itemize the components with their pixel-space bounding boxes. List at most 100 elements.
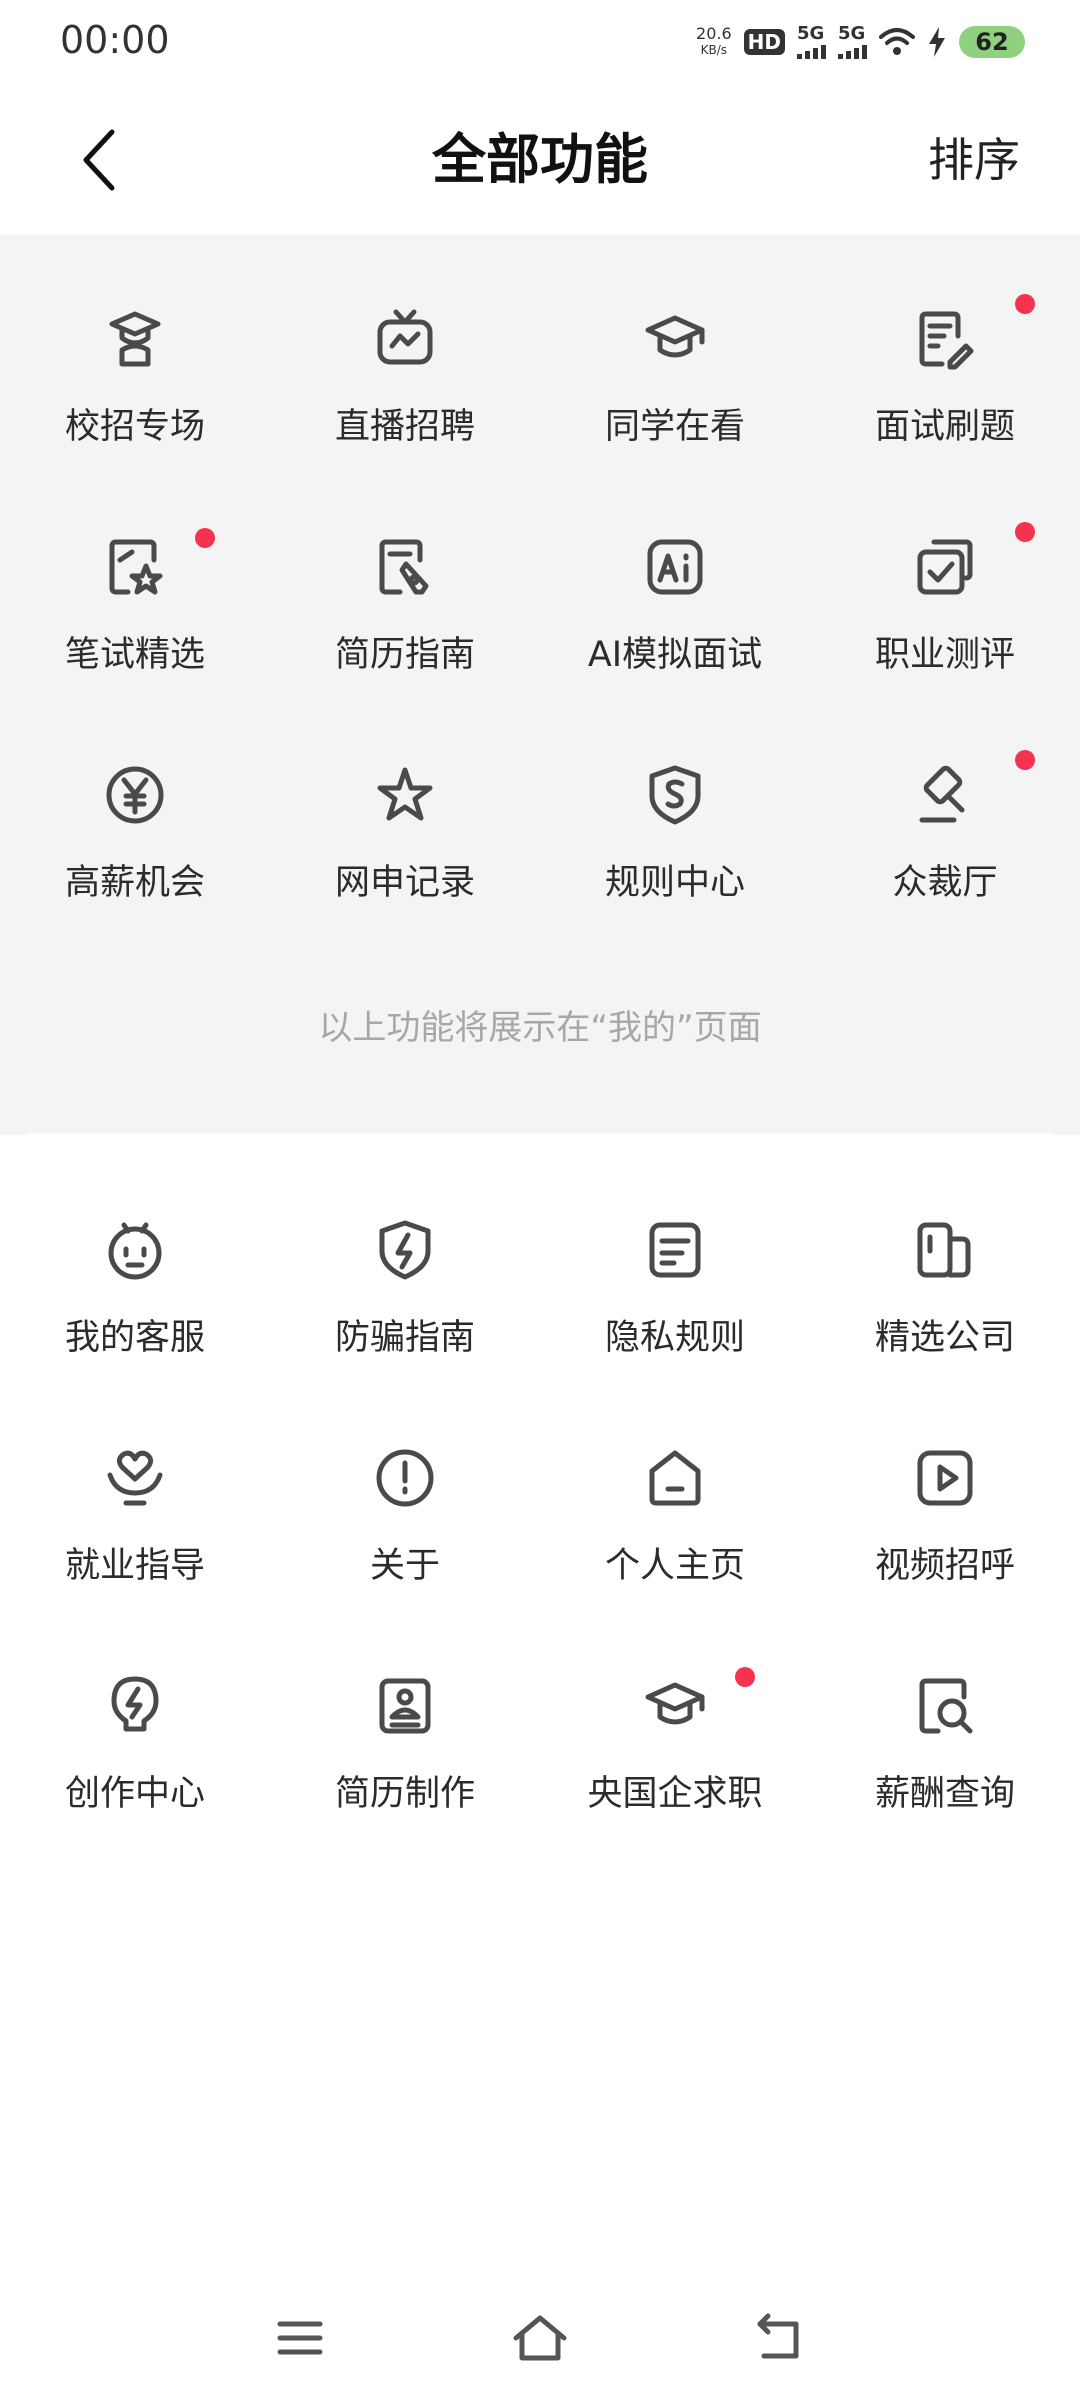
notification-dot <box>735 1667 755 1687</box>
star-swoosh-icon <box>372 762 438 828</box>
feature-label: 校招专场 <box>64 407 205 447</box>
network-speed: 20.6 KB/s <box>696 25 732 59</box>
resume-person-icon <box>372 1673 438 1739</box>
network-speed-value: 20.6 <box>696 24 732 43</box>
feature-label: 规则中心 <box>604 863 745 903</box>
notification-dot <box>1015 750 1035 770</box>
feature-label: 防骗指南 <box>334 1318 475 1358</box>
more-features-section: 我的客服 防骗指南 隐私规则 精选公司就业指导 关于 个人主页 视频招呼创作中心 简历制作 央国… <box>0 1133 1080 2400</box>
privacy-doc-icon <box>642 1217 708 1283</box>
home-button[interactable] <box>510 2308 570 2368</box>
live-tv-icon <box>372 306 438 372</box>
feature-label: 众裁厅 <box>892 863 998 903</box>
feature-tile[interactable]: 同学在看 <box>540 300 810 528</box>
feature-label: 我的客服 <box>64 1318 205 1358</box>
hd-voice-icon: HD <box>743 29 785 55</box>
gavel-icon <box>912 762 978 828</box>
menu-button[interactable] <box>270 2308 330 2368</box>
charging-icon <box>929 27 945 57</box>
header: 全部功能 排序 <box>0 80 1080 235</box>
feature-tile[interactable]: 就业指导 <box>0 1439 270 1667</box>
feature-tile[interactable]: 面试刷题 <box>810 294 1080 528</box>
ai-box-icon <box>642 534 708 600</box>
feature-tile[interactable]: 简历指南 <box>270 528 540 756</box>
video-play-icon <box>912 1445 978 1511</box>
feature-tile[interactable]: 校招专场 <box>0 300 270 528</box>
feature-tile[interactable]: 薪酬查询 <box>810 1667 1080 1895</box>
feature-label: 个人主页 <box>604 1546 745 1586</box>
signal-label-2: 5G <box>838 23 866 44</box>
feature-tile[interactable]: 关于 <box>270 1439 540 1667</box>
feature-label: 薪酬查询 <box>874 1774 1015 1814</box>
back-nav-button[interactable] <box>750 2308 810 2368</box>
feature-label: 央国企求职 <box>587 1774 763 1814</box>
feature-label: 直播招聘 <box>334 407 475 447</box>
shield-bolt-icon <box>372 1217 438 1283</box>
feature-tile[interactable]: 个人主页 <box>540 1439 810 1667</box>
feature-label: 视频招呼 <box>874 1546 1015 1586</box>
notification-dot <box>195 528 215 548</box>
info-exclamation-icon <box>372 1445 438 1511</box>
feature-tile[interactable]: 笔试精选 <box>0 528 270 756</box>
robot-face-icon <box>102 1217 168 1283</box>
search-doc-icon <box>912 1673 978 1739</box>
resume-pen-icon <box>372 534 438 600</box>
wifi-icon <box>879 28 915 55</box>
sort-button[interactable]: 排序 <box>928 120 1020 200</box>
feature-tile[interactable]: 简历制作 <box>270 1667 540 1895</box>
feature-label: 高薪机会 <box>64 863 205 903</box>
shown-features-section: 校招专场 直播招聘 同学在看 面试刷题笔试精选 简历指南 AI模拟面试 职业测评高薪机会 网申… <box>0 235 1080 1135</box>
bulb-bolt-icon <box>102 1673 168 1739</box>
feature-label: 简历制作 <box>334 1774 475 1814</box>
signal-icon-2: 5G <box>838 25 867 59</box>
feature-tile[interactable]: 我的客服 <box>0 1211 270 1439</box>
feature-label: 隐私规则 <box>604 1318 745 1358</box>
graduation-cap-icon <box>642 306 708 372</box>
graduation-cap-icon <box>642 1673 708 1739</box>
star-image-icon <box>102 534 168 600</box>
feature-tile[interactable]: 高薪机会 <box>0 756 270 984</box>
network-speed-unit: KB/s <box>700 43 728 57</box>
feature-label: AI模拟面试 <box>587 635 763 675</box>
feature-tile[interactable]: 规则中心 <box>540 756 810 984</box>
page-title: 全部功能 <box>432 128 648 191</box>
shield-s-icon <box>642 762 708 828</box>
feature-label: 网申记录 <box>334 863 475 903</box>
feature-label: 面试刷题 <box>874 407 1015 447</box>
status-icons: 20.6 KB/s HD 5G 5G 62 <box>696 20 1025 64</box>
feature-label: 精选公司 <box>874 1318 1015 1358</box>
feature-tile[interactable]: 创作中心 <box>0 1667 270 1895</box>
feature-tile[interactable]: 防骗指南 <box>270 1211 540 1439</box>
feature-tile[interactable]: 众裁厅 <box>810 750 1080 984</box>
feature-tile[interactable]: 视频招呼 <box>810 1439 1080 1667</box>
yen-coin-icon <box>102 762 168 828</box>
feature-label: 笔试精选 <box>64 635 205 675</box>
signal-icon: 5G <box>797 25 826 59</box>
check-card-icon <box>912 534 978 600</box>
hand-heart-icon <box>102 1445 168 1511</box>
feature-label: 同学在看 <box>604 407 745 447</box>
status-time: 00:00 <box>60 18 170 62</box>
feature-tile[interactable]: 直播招聘 <box>270 300 540 528</box>
feature-tile[interactable]: 隐私规则 <box>540 1211 810 1439</box>
signal-label: 5G <box>797 23 825 44</box>
system-nav-bar <box>0 2280 1080 2390</box>
feature-tile[interactable]: 网申记录 <box>270 756 540 984</box>
feature-tile[interactable]: 精选公司 <box>810 1211 1080 1439</box>
shown-features-grid: 校招专场 直播招聘 同学在看 面试刷题笔试精选 简历指南 AI模拟面试 职业测评高薪机会 网申… <box>0 294 1080 984</box>
document-edit-icon <box>912 306 978 372</box>
feature-label: 就业指导 <box>64 1546 205 1586</box>
return-icon <box>757 2313 799 2359</box>
more-features-grid: 我的客服 防骗指南 隐私规则 精选公司就业指导 关于 个人主页 视频招呼创作中心 简历制作 央国… <box>0 1211 1080 1895</box>
home-nav-icon <box>513 2315 567 2361</box>
battery-icon: 62 <box>959 26 1025 58</box>
status-bar: 00:00 20.6 KB/s HD 5G 5G 62 <box>0 0 1080 80</box>
graduate-person-icon <box>102 306 168 372</box>
home-icon <box>642 1445 708 1511</box>
notification-dot <box>1015 522 1035 542</box>
feature-tile[interactable]: 央国企求职 <box>540 1667 810 1895</box>
section-note: 以上功能将展示在“我的”页面 <box>318 1008 762 1048</box>
feature-tile[interactable]: AI模拟面试 <box>540 528 810 756</box>
feature-label: 职业测评 <box>874 635 1015 675</box>
feature-tile[interactable]: 职业测评 <box>810 522 1080 756</box>
